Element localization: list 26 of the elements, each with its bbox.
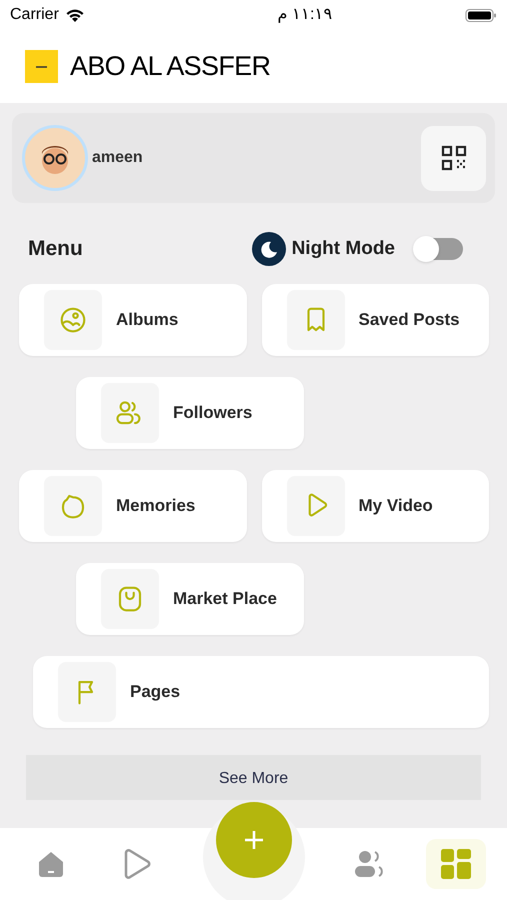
avatar-icon[interactable] xyxy=(22,125,88,191)
profile-name[interactable]: ameen xyxy=(92,146,143,170)
moon-icon xyxy=(252,232,286,266)
qr-code-icon xyxy=(440,145,466,171)
menu-heading: Menu xyxy=(28,236,83,262)
logo-icon xyxy=(25,50,58,83)
grid-icon xyxy=(440,848,472,880)
carrier-text: Carrier xyxy=(10,5,59,25)
menu-item[interactable]: Saved Posts xyxy=(262,284,489,356)
app-title: ABO AL ASSFER xyxy=(70,50,270,84)
qr-code-button[interactable] xyxy=(421,126,486,190)
menu-item[interactable]: Market Place xyxy=(76,563,304,635)
plus-icon xyxy=(244,830,264,850)
see-more-button[interactable]: See More xyxy=(26,755,481,800)
menu-item[interactable]: Albums xyxy=(19,284,246,356)
battery-icon xyxy=(464,8,497,22)
menu-item[interactable]: Memories xyxy=(19,470,246,542)
tab-button[interactable] xyxy=(426,839,486,889)
menu-item[interactable]: My Video xyxy=(262,470,489,542)
night-mode-label: Night Mode xyxy=(292,236,395,261)
image-icon xyxy=(58,305,88,335)
menu-item[interactable]: Pages xyxy=(33,656,489,728)
night-mode-toggle[interactable] xyxy=(415,238,463,260)
clock-text: ١١:١٩ م xyxy=(277,5,332,25)
menu-item[interactable]: Followers xyxy=(76,377,304,449)
wifi-icon xyxy=(64,8,85,22)
